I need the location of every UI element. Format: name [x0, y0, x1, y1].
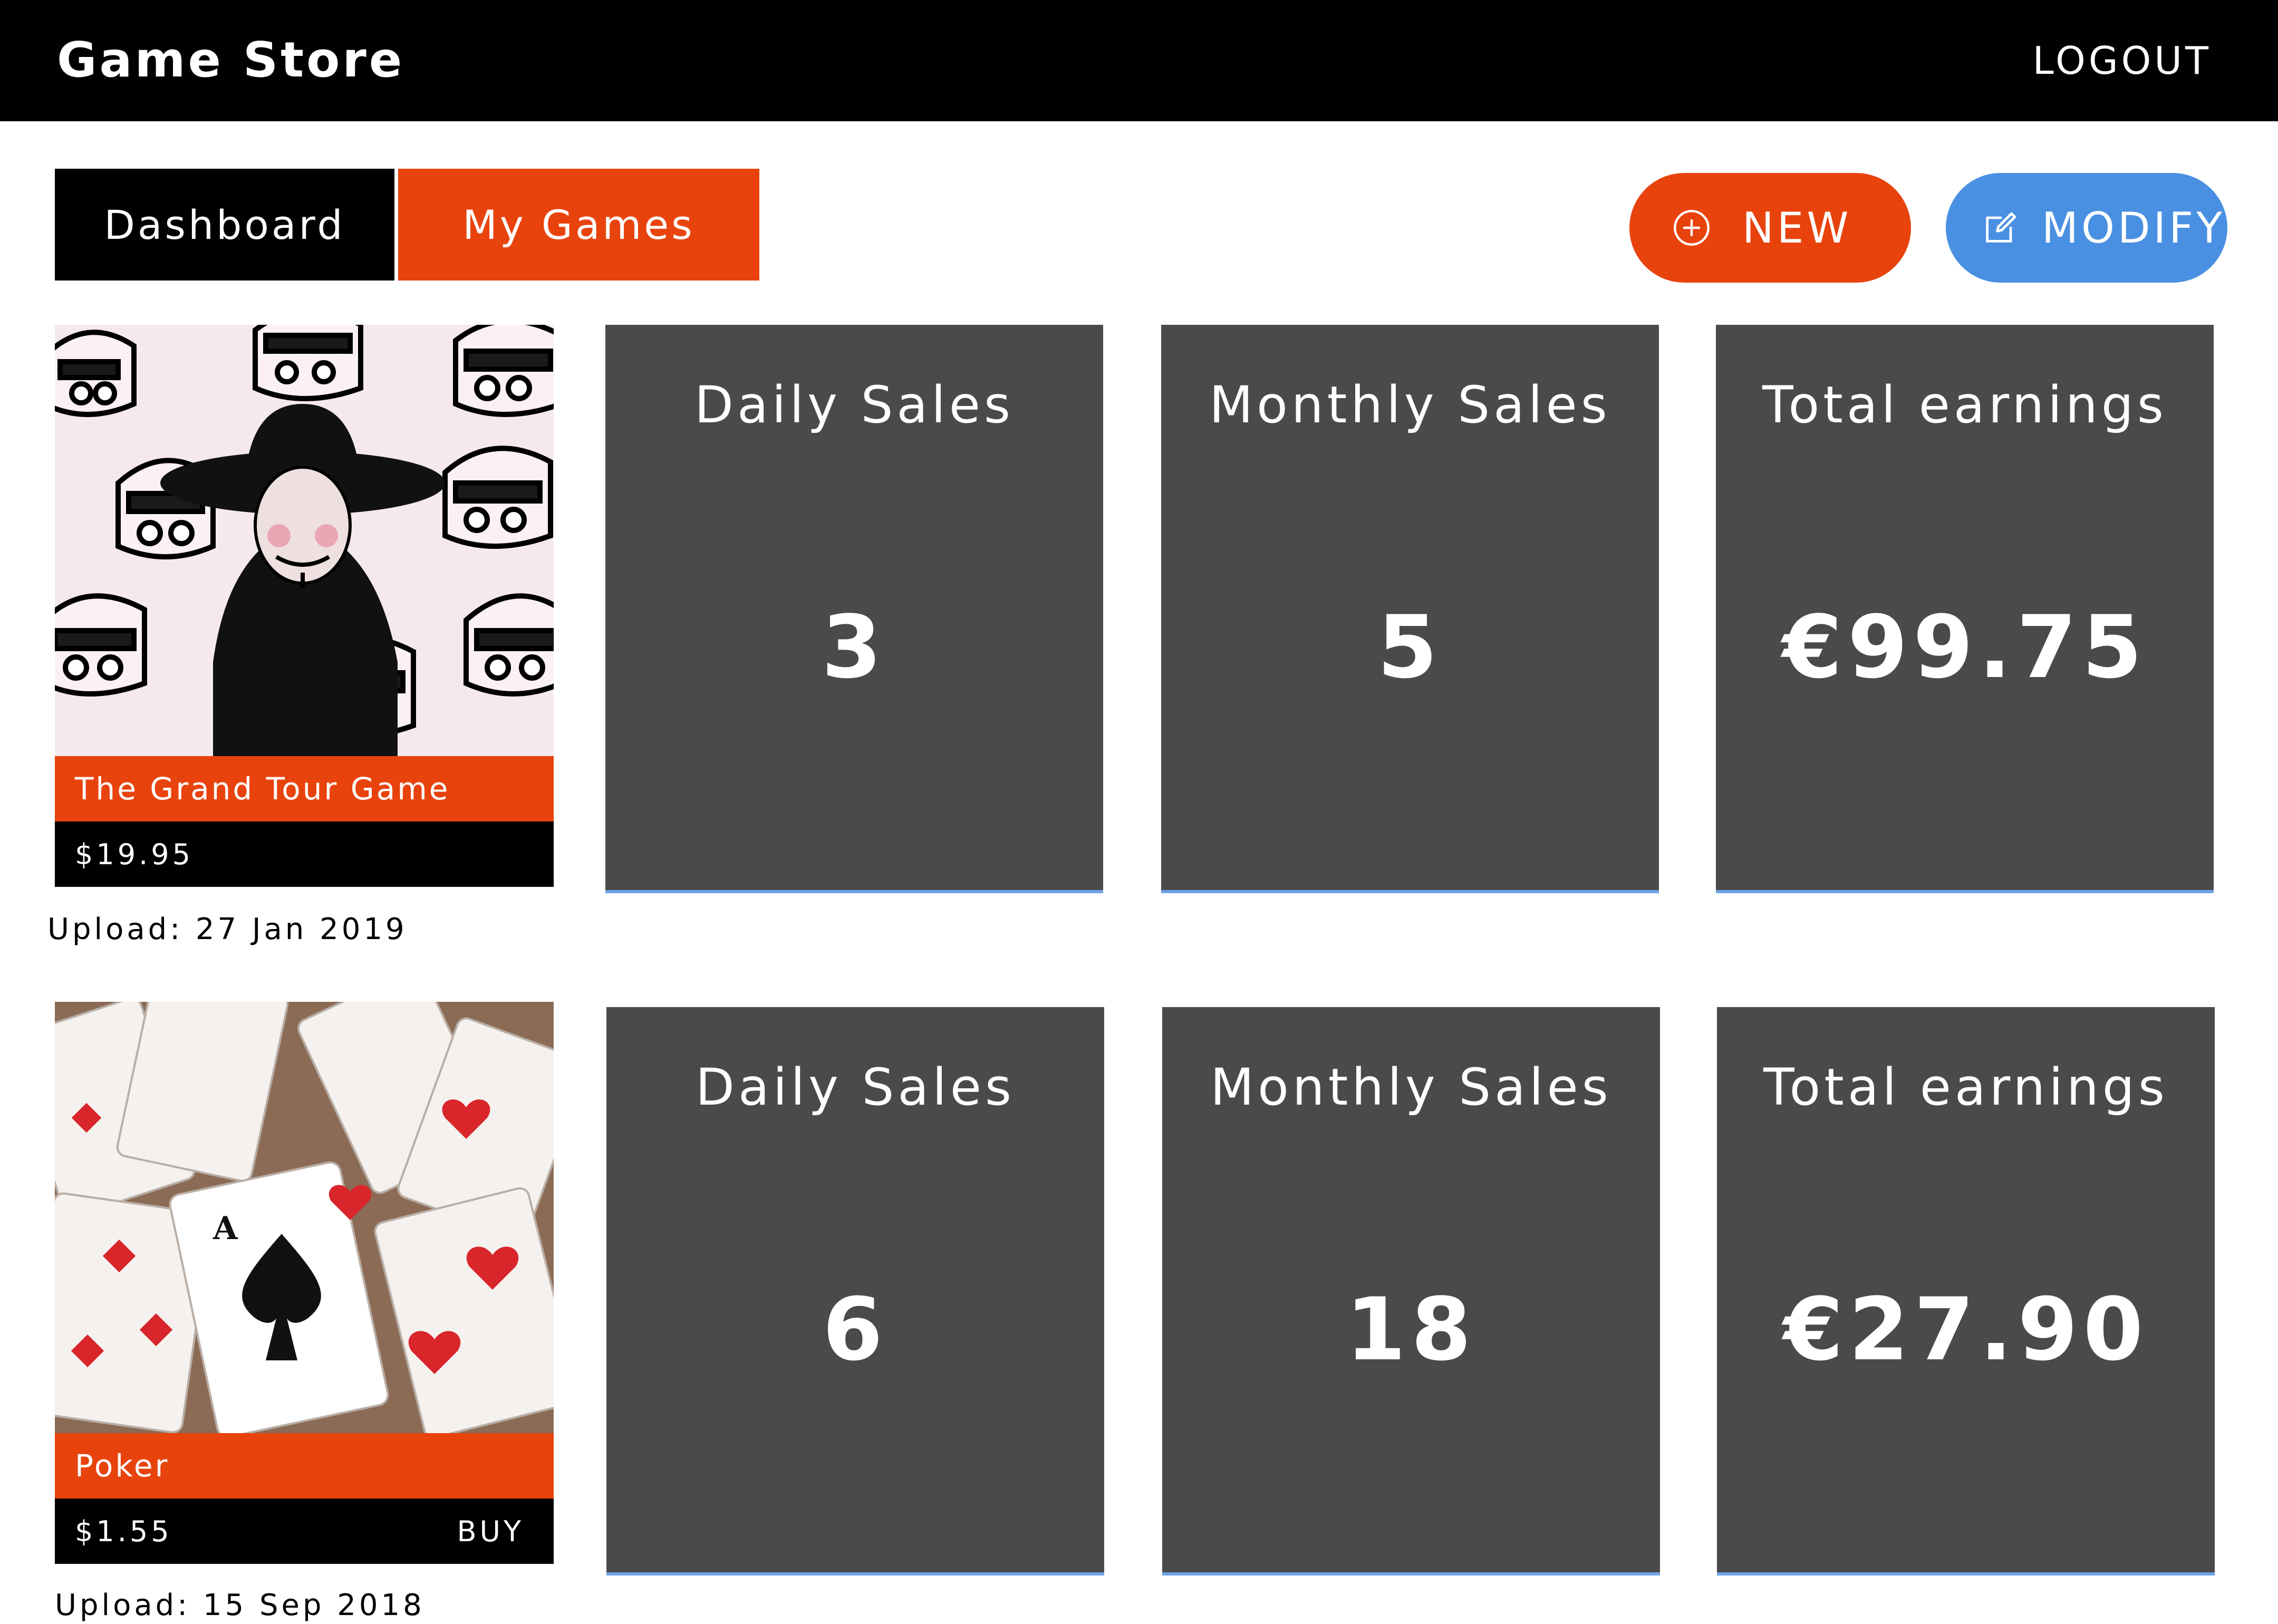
svg-text:A: A — [213, 1210, 238, 1247]
tab-my-games[interactable]: My Games — [398, 169, 759, 281]
stat-value: 18 — [1345, 1279, 1477, 1380]
tab-dashboard[interactable]: Dashboard — [55, 169, 394, 281]
stat-value: 6 — [822, 1279, 889, 1380]
new-button-label: NEW — [1742, 203, 1852, 253]
stat-value: €27.90 — [1783, 1279, 2149, 1380]
stat-label: Daily Sales — [694, 375, 1014, 434]
stat-card-daily-sales: Daily Sales 3 — [605, 325, 1103, 890]
stat-label: Total earnings — [1763, 1058, 2168, 1117]
app-title: Game Store — [57, 32, 405, 88]
game-artwork-stormtroopers — [55, 325, 554, 756]
upload-date: Upload: 27 Jan 2019 — [47, 912, 408, 946]
plus-circle-icon — [1674, 210, 1710, 246]
modify-button-label: MODIFY — [2042, 203, 2226, 253]
stat-label: Daily Sales — [696, 1058, 1015, 1117]
game-price: $1.55 — [75, 1514, 172, 1548]
stat-card-monthly-sales: Monthly Sales 18 — [1162, 1007, 1660, 1572]
stat-value: €99.75 — [1782, 597, 2148, 698]
game-name[interactable]: Poker — [55, 1433, 554, 1499]
modify-button[interactable]: MODIFY — [1946, 173, 2227, 283]
top-bar: Game Store LOGOUT — [0, 0, 2278, 121]
game-card[interactable]: A Poker $1.55 BUY — [55, 1002, 554, 1564]
stat-value: 5 — [1377, 597, 1443, 698]
stat-card-daily-sales: Daily Sales 6 — [606, 1007, 1104, 1572]
stat-card-total-earnings: Total earnings €99.75 — [1716, 325, 2214, 890]
upload-date: Upload: 15 Sep 2018 — [55, 1588, 425, 1622]
game-card[interactable]: The Grand Tour Game $19.95 — [55, 325, 554, 887]
game-name[interactable]: The Grand Tour Game — [55, 756, 554, 821]
buy-button[interactable]: BUY — [457, 1515, 524, 1548]
new-button[interactable]: NEW — [1629, 173, 1911, 283]
game-price: $19.95 — [75, 837, 194, 871]
stat-label: Total earnings — [1762, 375, 2167, 434]
game-price-bar: $19.95 — [55, 821, 554, 887]
stat-card-total-earnings: Total earnings €27.90 — [1717, 1007, 2215, 1572]
game-price-bar: $1.55 BUY — [55, 1499, 554, 1564]
stat-value: 3 — [821, 597, 887, 698]
edit-icon — [1986, 212, 2016, 243]
game-artwork-playing-cards: A — [55, 1002, 554, 1433]
logout-link[interactable]: LOGOUT — [2033, 32, 2212, 90]
stat-label: Monthly Sales — [1209, 375, 1611, 434]
stat-card-monthly-sales: Monthly Sales 5 — [1161, 325, 1659, 890]
stat-label: Monthly Sales — [1210, 1058, 1612, 1117]
